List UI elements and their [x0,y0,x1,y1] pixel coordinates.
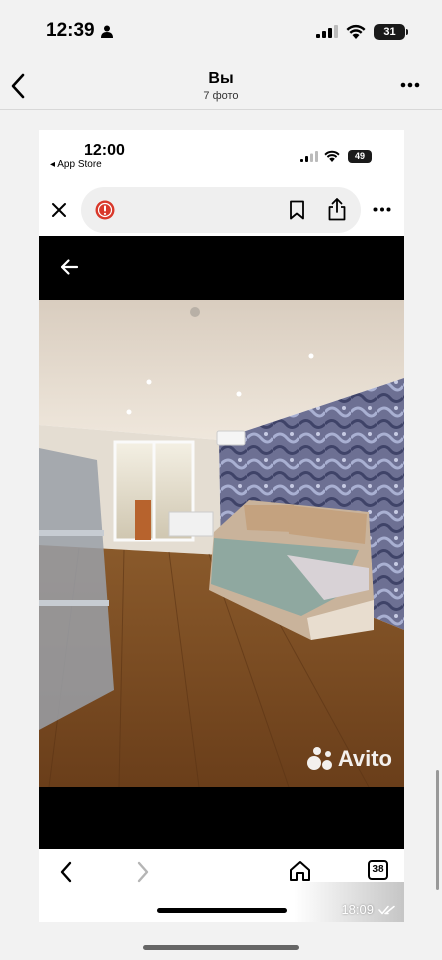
share-icon [328,198,346,221]
browser-back-icon [60,861,72,883]
warning-icon [95,200,115,220]
inner-wifi-icon [324,150,340,162]
room-photo: Avito [39,300,404,787]
inner-status-bar: 12:00 ◂ App Store 49 [39,130,404,180]
room-illustration [39,300,404,787]
person-icon [101,25,113,38]
scroll-indicator [436,770,439,890]
home-indicator [143,945,299,950]
arrow-left-icon [60,259,79,275]
home-icon [290,861,310,881]
wifi-icon [346,24,366,39]
chat-header: Вы 7 фото [0,62,442,110]
browser-forward-icon [137,861,149,883]
double-check-icon [378,905,395,914]
avito-watermark: Avito [306,745,392,773]
page-subtitle: 7 фото [203,90,239,102]
message-time: 18:09 [341,902,374,917]
avito-logo-icon [306,747,332,770]
viewer-bottom-bar [39,787,404,849]
battery-indicator: 31 [374,24,408,40]
viewer-top-bar [39,236,404,300]
avito-watermark-text: Avito [337,746,392,771]
browser-toolbar [39,185,404,235]
more-icon[interactable] [400,82,420,88]
status-bar: 12:39 31 [0,0,442,62]
back-to-app-store: ◂ App Store [50,159,102,170]
inner-more-icon [373,207,391,212]
inner-signal-icon [300,151,318,162]
signal-icon [316,25,338,38]
bookmark-icon [290,200,304,220]
inner-status-time: 12:00 [84,142,125,159]
inner-home-indicator [157,908,287,913]
shared-screenshot[interactable]: 12:00 ◂ App Store 49 Avito 38 18:09 [39,130,404,922]
tabs-count-icon: 38 [368,860,388,880]
page-title: Вы [208,70,234,87]
url-bar [81,187,361,233]
message-timestamp: 18:09 [341,902,396,917]
status-time: 12:39 [46,20,95,41]
close-icon [52,203,66,217]
inner-battery-indicator: 49 [348,150,372,163]
